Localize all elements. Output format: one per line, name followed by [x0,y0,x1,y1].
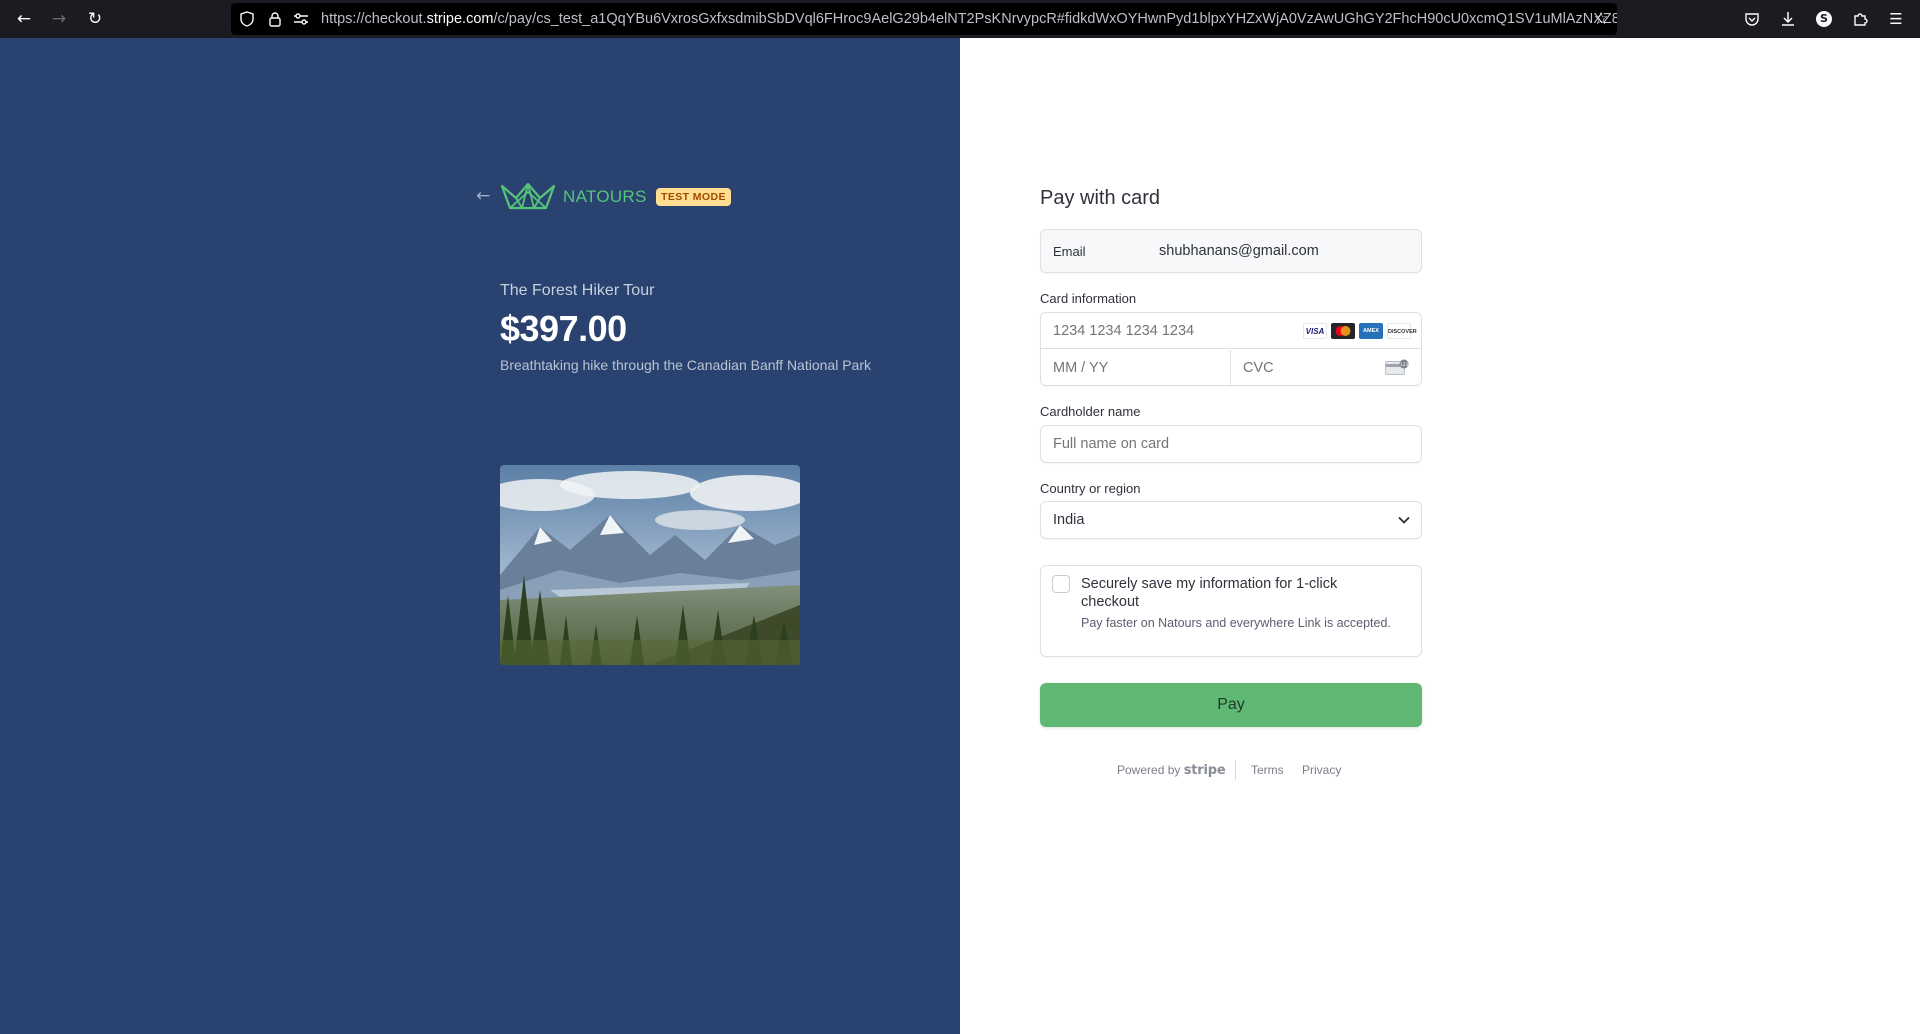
chevron-down-icon [1398,516,1410,524]
privacy-link[interactable]: Privacy [1302,763,1341,777]
svg-text:123: 123 [1400,362,1409,368]
mastercard-icon [1331,323,1355,339]
visa-icon: VISA [1303,323,1327,339]
expiry-cell [1041,350,1231,386]
url-text[interactable]: https://checkout.stripe.com/c/pay/cs_tes… [321,3,1617,35]
card-info-label: Card information [1040,291,1137,306]
card-number-row: VISA AMEXDISCOVER [1041,313,1421,349]
cardholder-field [1040,425,1422,463]
footer: Powered by stripe Terms Privacy [1040,760,1422,780]
back-arrow-icon[interactable]: ← [476,186,496,206]
card-number-input[interactable] [1053,313,1293,349]
test-mode-badge: TEST MODE [656,188,731,206]
card-info-group: VISA AMEXDISCOVER 123 [1040,312,1422,386]
email-value: shubhanans@gmail.com [1159,243,1319,259]
cardholder-label: Cardholder name [1040,404,1141,419]
footer-divider [1235,760,1236,780]
permissions-icon[interactable] [291,9,311,29]
link-save-option[interactable]: Securely save my information for 1-click… [1040,565,1422,657]
url-bar[interactable]: https://checkout.stripe.com/c/pay/cs_tes… [231,3,1617,35]
account-icon[interactable]: S [1816,11,1832,27]
expiry-input[interactable] [1053,350,1213,386]
country-value: India [1053,512,1085,528]
pay-button[interactable]: Pay [1040,683,1422,727]
amex-icon: AMEX [1359,323,1383,339]
shield-icon[interactable] [237,9,257,29]
save-info-title: Securely save my information for 1-click… [1081,576,1338,610]
order-summary-panel: ← NATOURS TEST MODE The Forest Hiker Tou… [0,38,960,1034]
save-info-checkbox[interactable] [1052,575,1070,593]
product-name: The Forest Hiker Tour [500,282,655,299]
download-icon[interactable] [1778,9,1798,29]
merchant-name: NATOURS [563,187,647,206]
product-image [500,465,800,665]
extensions-icon[interactable] [1850,9,1870,29]
cvc-card-icon: 123 [1385,359,1409,375]
browser-toolbar: ← → ↻ https://checkout.stripe.com/c/pay/… [0,0,1920,38]
form-title: Pay with card [1040,187,1161,209]
terms-link[interactable]: Terms [1251,763,1284,777]
pocket-icon[interactable] [1742,9,1762,29]
product-description: Breathtaking hike through the Canadian B… [500,357,871,373]
cardholder-input[interactable] [1053,426,1403,462]
stripe-logo: stripe [1183,763,1226,778]
country-select[interactable]: India [1040,501,1422,539]
save-info-description: Pay faster on Natours and everywhere Lin… [1081,616,1391,630]
lock-icon[interactable] [265,9,285,29]
url-host: stripe.com [426,11,494,27]
back-icon[interactable]: ← [14,9,34,29]
forward-icon[interactable]: → [49,9,69,29]
product-price: $397.00 [500,308,627,349]
powered-by[interactable]: Powered by stripe [1117,763,1226,778]
payment-panel: Pay with card Email shubhanans@gmail.com… [960,38,1920,1034]
cvc-input[interactable] [1243,350,1373,386]
email-field[interactable]: Email shubhanans@gmail.com [1040,229,1422,273]
country-label: Country or region [1040,481,1141,496]
card-brands: VISA AMEX DISCOVER [1299,323,1417,339]
email-label: Email [1053,244,1086,259]
reload-icon[interactable]: ↻ [85,9,105,29]
natours-logo-icon [500,182,556,210]
discover-icon: DISCOVER [1387,323,1417,339]
powered-by-label: Powered by [1117,763,1181,777]
cvc-cell: 123 [1231,350,1421,386]
url-path: /c/pay/cs_test_a1QqYBu6VxrosGxfxsdmibSbD… [493,11,1617,27]
menu-icon[interactable]: ☰ [1886,9,1906,29]
star-icon[interactable]: ☆ [1591,9,1611,29]
